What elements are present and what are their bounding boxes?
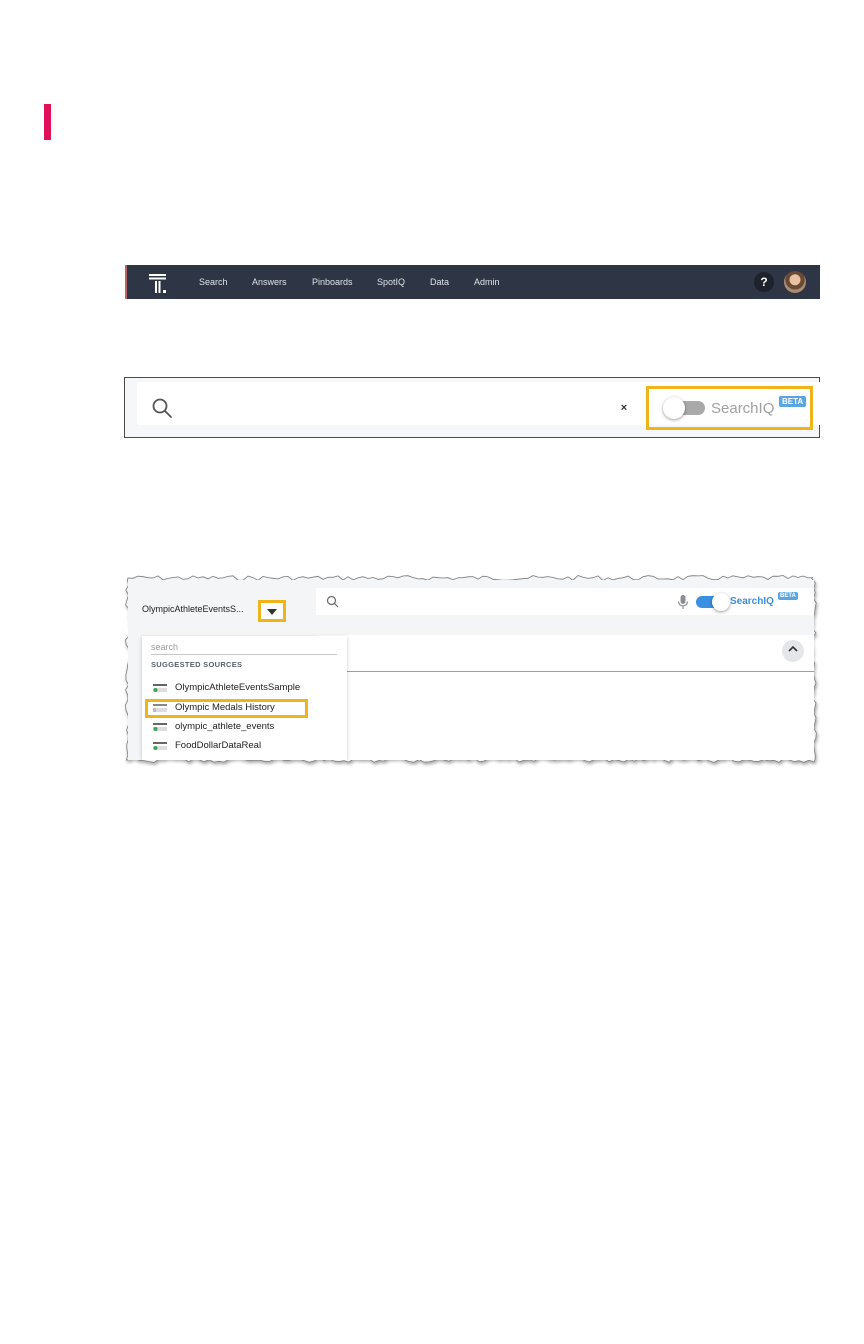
source-dropdown-menu: search SUGGESTED SOURCES OlympicAthleteE… <box>142 636 347 760</box>
suggested-sources-heading: SUGGESTED SOURCES <box>151 660 243 669</box>
search-icon <box>152 398 172 418</box>
top-navbar: Search Answers Pinboards SpotIQ Data Adm… <box>125 265 820 299</box>
avatar[interactable] <box>784 271 806 293</box>
caret-down-icon <box>267 609 277 615</box>
search-input[interactable]: SearchIQ BETA <box>316 588 814 615</box>
searchiq-toggle[interactable] <box>696 593 730 611</box>
searchiq-label: SearchIQ <box>711 400 775 417</box>
nav-spotiq[interactable]: SpotIQ <box>377 277 405 287</box>
highlight-olympic-medals-history <box>145 699 308 718</box>
nav-pinboards[interactable]: Pinboards <box>312 277 353 287</box>
help-button[interactable]: ? <box>754 272 774 292</box>
beta-badge: BETA <box>778 592 798 600</box>
table-source-icon <box>153 723 167 731</box>
nav-answers[interactable]: Answers <box>252 277 287 287</box>
search-input[interactable]: × SearchIQ BETA <box>137 382 821 430</box>
table-source-icon <box>153 684 167 692</box>
search-bar-screenshot: × SearchIQ BETA <box>124 377 821 438</box>
results-area <box>316 635 814 760</box>
section-marker <box>44 104 51 140</box>
search-pane: SearchIQ BETA <box>302 580 814 760</box>
data-source-screenshot: OlympicAthleteEventsS... SearchIQ BETA s… <box>128 580 814 760</box>
source-search-field[interactable]: search <box>151 640 337 655</box>
beta-badge: BETA <box>779 396 807 407</box>
nav-data[interactable]: Data <box>430 277 449 287</box>
searchiq-toggle-highlight: SearchIQ BETA <box>646 386 813 430</box>
thoughtspot-logo-icon[interactable] <box>147 272 169 294</box>
nav-admin[interactable]: Admin <box>474 277 500 287</box>
chevron-up-icon <box>788 645 798 652</box>
searchiq-label: SearchIQ <box>730 596 774 607</box>
searchiq-toggle[interactable] <box>663 397 705 419</box>
table-source-icon <box>153 742 167 750</box>
search-icon <box>326 595 339 608</box>
divider <box>316 671 814 672</box>
clear-search-button[interactable]: × <box>616 400 632 416</box>
collapse-button[interactable] <box>782 640 804 662</box>
microphone-icon[interactable] <box>676 594 690 610</box>
source-dropdown-button[interactable] <box>258 600 286 622</box>
selected-source-label[interactable]: OlympicAthleteEventsS... <box>142 604 244 614</box>
nav-search[interactable]: Search <box>199 277 228 287</box>
